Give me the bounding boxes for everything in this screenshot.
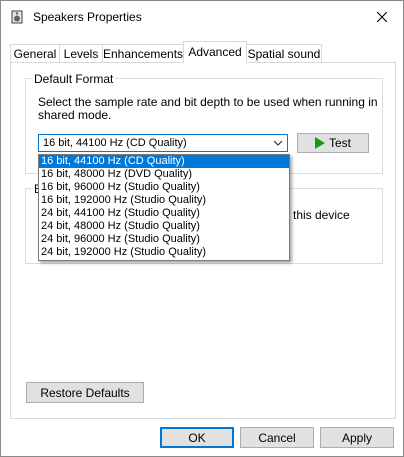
tab-advanced[interactable]: Advanced — [183, 41, 247, 63]
tab-spatial-sound[interactable]: Spatial sound — [246, 44, 322, 63]
format-option[interactable]: 24 bit, 192000 Hz (Studio Quality) — [39, 246, 289, 259]
format-option[interactable]: 24 bit, 48000 Hz (Studio Quality) — [39, 220, 289, 233]
format-option[interactable]: 24 bit, 96000 Hz (Studio Quality) — [39, 233, 289, 246]
dialog-window: Speakers Properties General Levels Enhan… — [0, 0, 404, 457]
default-format-description: Select the sample rate and bit depth to … — [38, 95, 378, 122]
test-button[interactable]: Test — [297, 133, 369, 153]
test-button-label: Test — [328, 136, 351, 150]
exclusive-mode-text: this device — [293, 208, 350, 222]
default-format-label: Default Format — [32, 72, 116, 86]
window-title: Speakers Properties — [33, 10, 142, 24]
restore-defaults-button[interactable]: Restore Defaults — [26, 382, 144, 403]
close-icon — [377, 12, 387, 22]
format-option[interactable]: 16 bit, 96000 Hz (Studio Quality) — [39, 181, 289, 194]
title-bar: Speakers Properties — [1, 1, 403, 33]
tab-enhancements[interactable]: Enhancements — [102, 44, 184, 63]
cancel-button[interactable]: Cancel — [240, 427, 314, 448]
tab-general[interactable]: General — [10, 44, 60, 63]
apply-button[interactable]: Apply — [320, 427, 394, 448]
format-select-value: 16 bit, 44100 Hz (CD Quality) — [43, 137, 187, 149]
speaker-icon — [11, 10, 23, 24]
close-button[interactable] — [367, 3, 397, 31]
format-option[interactable]: 24 bit, 44100 Hz (Studio Quality) — [39, 207, 289, 220]
format-select[interactable]: 16 bit, 44100 Hz (CD Quality) — [38, 134, 288, 152]
chevron-down-icon — [273, 140, 283, 146]
play-icon — [314, 137, 325, 149]
format-option[interactable]: 16 bit, 44100 Hz (CD Quality) — [39, 155, 289, 168]
ok-button[interactable]: OK — [160, 427, 234, 448]
tab-levels[interactable]: Levels — [59, 44, 103, 63]
format-option[interactable]: 16 bit, 48000 Hz (DVD Quality) — [39, 168, 289, 181]
format-option[interactable]: 16 bit, 192000 Hz (Studio Quality) — [39, 194, 289, 207]
format-dropdown-list: 16 bit, 44100 Hz (CD Quality) 16 bit, 48… — [38, 154, 290, 261]
